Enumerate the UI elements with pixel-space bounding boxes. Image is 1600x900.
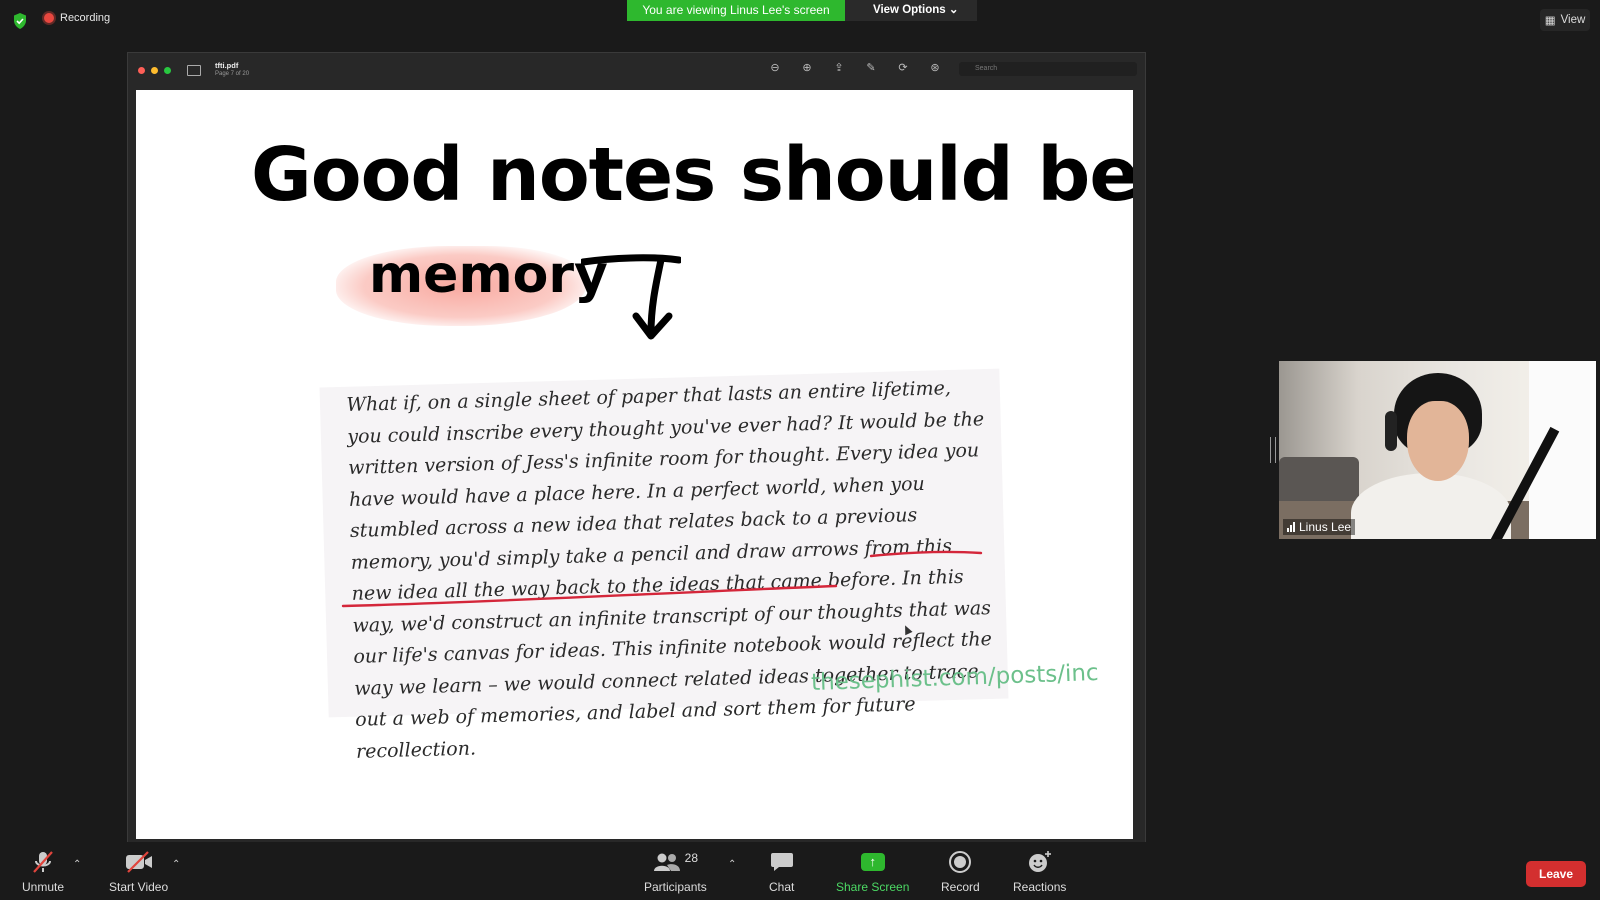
participant-face (1407, 401, 1469, 481)
start-video-button[interactable]: Start Video (109, 848, 168, 894)
video-options-chevron-icon[interactable]: ⌃ (172, 859, 180, 870)
markup-pen-icon[interactable]: ✎ (864, 61, 878, 75)
participants-options-chevron-icon[interactable]: ⌃ (728, 859, 736, 870)
leave-button[interactable]: Leave (1526, 861, 1586, 887)
pdf-search-input[interactable]: Search (959, 62, 1137, 76)
share-icon[interactable]: ⇪ (832, 61, 846, 75)
grid-view-icon: ▦ (1544, 15, 1556, 27)
window-controls (138, 66, 171, 74)
participants-icon (653, 853, 680, 871)
share-screen-button[interactable]: ↑ Share Screen (836, 848, 909, 894)
record-button[interactable]: Record (941, 848, 980, 894)
share-screen-arrow-icon: ↑ (860, 853, 885, 871)
zoom-window-icon[interactable] (164, 66, 171, 74)
view-options-label: View Options (873, 4, 946, 16)
leave-label: Leave (1538, 867, 1574, 881)
file-info: tfti.pdf Page 7 of 20 (215, 61, 249, 79)
annotate-icon[interactable]: ⊛ (928, 61, 942, 75)
start-video-label: Start Video (109, 880, 169, 894)
meeting-controls-bar: Unmute ⌃ Start Video ⌃ 28 Participants ⌃ (0, 842, 1600, 900)
reactions-emoji-icon (1028, 851, 1051, 872)
screen-share-banner: You are viewing Linus Lee's screen View … (627, 0, 977, 21)
unmute-button[interactable]: Unmute (22, 848, 64, 894)
recording-indicator[interactable]: Recording (44, 12, 110, 24)
pdf-tool-icons: ⊖ ⊕ ⇪ ✎ ⟳ ⊛ (768, 61, 942, 75)
slide-title: Good notes should behave like (251, 132, 1133, 218)
participant-body (1351, 473, 1511, 539)
page-indicator: Page 7 of 20 (215, 71, 250, 77)
view-label: View (1560, 14, 1586, 26)
reactions-label: Reactions (1013, 880, 1067, 894)
zoom-out-icon[interactable]: ⊖ (768, 61, 782, 75)
close-window-icon[interactable] (138, 66, 145, 74)
minimize-window-icon[interactable] (151, 66, 158, 74)
tile-drag-handle[interactable] (1270, 437, 1276, 463)
participant-video-tile[interactable]: Linus Lee (1279, 361, 1596, 539)
audio-options-chevron-icon[interactable]: ⌃ (73, 859, 81, 870)
headset-icon (1385, 411, 1397, 451)
file-name: tfti.pdf (215, 61, 239, 70)
pdf-toolbar: tfti.pdf Page 7 of 20 ⊖ ⊕ ⇪ ✎ ⟳ ⊛ Search (128, 53, 1145, 87)
chat-label: Chat (769, 880, 795, 894)
participant-count: 28 (684, 851, 699, 865)
chat-bubble-icon (770, 853, 793, 871)
muted-microphone-icon (33, 851, 53, 873)
memory-word: memory (369, 245, 608, 305)
recording-dot-icon (44, 13, 54, 23)
shared-screen-window: tfti.pdf Page 7 of 20 ⊖ ⊕ ⇪ ✎ ⟳ ⊛ Search… (127, 52, 1146, 849)
rotate-icon[interactable]: ⟳ (896, 61, 910, 75)
recording-label: Recording (60, 12, 111, 24)
red-underline-annotation (341, 550, 983, 608)
participant-name-tag: Linus Lee (1283, 519, 1356, 535)
pdf-slide: Good notes should behave like memory Wha… (136, 90, 1133, 839)
down-arrow-icon (581, 254, 681, 340)
reactions-button[interactable]: Reactions (1013, 848, 1066, 894)
chevron-down-icon: ⌄ (948, 4, 959, 16)
memory-highlight: memory (336, 240, 608, 326)
share-screen-label: Share Screen (836, 880, 910, 894)
viewing-screen-text: You are viewing Linus Lee's screen (627, 0, 845, 21)
background-couch (1279, 457, 1359, 501)
video-off-icon (125, 851, 152, 873)
view-button[interactable]: ▦ View (1540, 9, 1590, 31)
participants-button[interactable]: 28 Participants (644, 848, 707, 894)
zoom-in-icon[interactable]: ⊕ (800, 61, 814, 75)
unmute-label: Unmute (22, 880, 65, 894)
sidebar-toggle-icon[interactable] (187, 64, 201, 76)
chat-button[interactable]: Chat (769, 848, 794, 894)
search-placeholder: Search (975, 65, 998, 72)
participants-label: Participants (644, 880, 707, 894)
record-icon (949, 851, 972, 873)
security-shield-icon[interactable] (12, 12, 28, 30)
record-label: Record (941, 880, 980, 894)
signal-strength-icon (1287, 522, 1295, 532)
view-options-button[interactable]: View Options ⌄ (845, 0, 977, 21)
participant-name: Linus Lee (1299, 520, 1352, 534)
